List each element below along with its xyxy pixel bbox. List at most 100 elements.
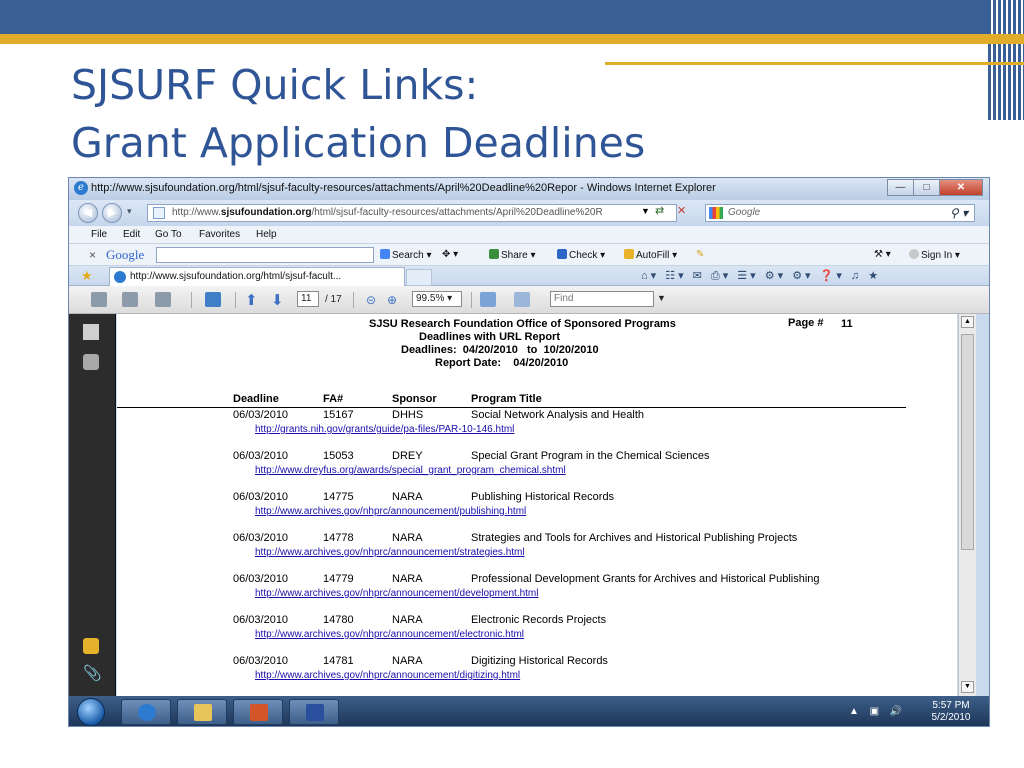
table-row: 06/03/2010 14775 NARA Publishing Histori… xyxy=(117,491,957,531)
highlight-icon[interactable]: ✎ xyxy=(696,249,704,260)
row-program-title: Professional Development Grants for Arch… xyxy=(471,573,820,585)
zoom-input[interactable]: 99.5% ▾ xyxy=(412,291,462,307)
row-fa-number: 14781 xyxy=(323,655,354,667)
row-url-link[interactable]: http://www.archives.gov/nhprc/announceme… xyxy=(255,670,520,681)
column-header-program-title: Program Title xyxy=(471,393,542,405)
collaborate-icon[interactable] xyxy=(205,292,221,307)
find-input[interactable]: Find xyxy=(550,291,654,307)
tab-active[interactable]: http://www.sjsufoundation.org/html/sjsuf… xyxy=(109,267,405,286)
binoculars-icon[interactable] xyxy=(83,354,99,370)
favorites-star-icon[interactable]: ★ xyxy=(81,268,93,284)
fit-page-icon[interactable] xyxy=(514,292,530,307)
taskbar-word-button[interactable] xyxy=(289,699,339,725)
print-icon[interactable] xyxy=(91,292,107,307)
row-deadline: 06/03/2010 xyxy=(233,573,289,585)
row-sponsor: NARA xyxy=(392,614,423,626)
google-search-button[interactable]: Search ▾ xyxy=(380,249,432,261)
window-title: http://www.sjsufoundation.org/html/sjsuf… xyxy=(91,182,716,194)
maximize-button[interactable]: □ xyxy=(913,179,940,196)
scroll-up-icon[interactable]: ▲ xyxy=(961,316,974,328)
zoom-out-icon[interactable]: ⊝ xyxy=(366,293,376,307)
menu-go-to[interactable]: Go To xyxy=(155,229,182,240)
taskbar-explorer-button[interactable] xyxy=(177,699,227,725)
taskbar-ie-button[interactable] xyxy=(121,699,171,725)
row-deadline: 06/03/2010 xyxy=(233,409,289,421)
window-titlebar[interactable]: e http://www.sjsufoundation.org/html/sjs… xyxy=(69,178,989,200)
slide-top-band xyxy=(0,0,1024,34)
menu-favorites[interactable]: Favorites xyxy=(199,229,240,240)
pdf-toolbar: ⬆ ⬇ 11 / 17 ⊝ ⊕ 99.5% ▾ Find ▼ xyxy=(69,286,989,314)
save-icon[interactable] xyxy=(122,292,138,307)
ie-icon xyxy=(138,704,156,721)
row-program-title: Strategies and Tools for Archives and Hi… xyxy=(471,532,798,544)
row-fa-number: 15053 xyxy=(323,450,354,462)
search-input[interactable]: Google ⚲ ▾ xyxy=(705,204,975,222)
recent-pages-dropdown-icon[interactable]: ▾ xyxy=(127,206,132,217)
search-icon[interactable]: ⚲ ▾ xyxy=(950,206,968,220)
row-url-link[interactable]: http://www.archives.gov/nhprc/announceme… xyxy=(255,506,526,517)
refresh-icon[interactable]: ⇄ xyxy=(655,204,664,217)
row-deadline: 06/03/2010 xyxy=(233,532,289,544)
previous-page-icon[interactable]: ⬆ xyxy=(245,291,258,309)
address-dropdown-icon[interactable]: ▼ xyxy=(641,206,650,216)
taskbar-clock[interactable]: 5:57 PM 5/2/2010 xyxy=(923,700,979,724)
google-icon xyxy=(709,207,723,219)
email-icon[interactable] xyxy=(155,292,171,307)
minimize-button[interactable]: — xyxy=(887,179,914,196)
table-row: 06/03/2010 15053 DREY Special Grant Prog… xyxy=(117,450,957,490)
page-number-input[interactable]: 11 xyxy=(297,291,319,307)
forward-button[interactable]: ▶ xyxy=(102,203,122,223)
taskbar-powerpoint-button[interactable] xyxy=(233,699,283,725)
row-sponsor: NARA xyxy=(392,532,423,544)
row-url-link[interactable]: http://www.archives.gov/nhprc/announceme… xyxy=(255,588,539,599)
stop-icon[interactable]: ✕ xyxy=(677,204,686,217)
forward-icon: ▶ xyxy=(107,207,117,219)
row-url-link[interactable]: http://www.dreyfus.org/awards/special_gr… xyxy=(255,465,566,476)
pages-panel-icon[interactable] xyxy=(83,324,99,340)
row-url-link[interactable]: http://www.archives.gov/nhprc/announceme… xyxy=(255,547,525,558)
settings-wrench-icon[interactable]: ⚒ ▾ xyxy=(874,249,891,260)
command-bar-icons[interactable]: ⌂▾ ☷▾ ✉ ⎙▾ ☰▾ ⚙▾ ⚙▾ ❓▾ ♫ ★ xyxy=(641,269,881,283)
autofill-button[interactable]: AutoFill ▾ xyxy=(624,249,677,261)
pdf-scrollbar[interactable]: ▲ ▼ xyxy=(958,314,976,696)
row-url-link[interactable]: http://www.archives.gov/nhprc/announceme… xyxy=(255,629,524,640)
comments-icon[interactable] xyxy=(83,638,99,654)
next-page-icon[interactable]: ⬇ xyxy=(271,291,284,309)
new-tab-button[interactable] xyxy=(406,269,432,286)
close-toolbar-icon[interactable]: × xyxy=(89,248,96,262)
back-button[interactable]: ◀ xyxy=(78,203,98,223)
row-deadline: 06/03/2010 xyxy=(233,450,289,462)
close-button[interactable]: ✕ xyxy=(939,179,983,196)
window-controls: — □ ✕ xyxy=(887,179,983,196)
toolbar-separator xyxy=(471,292,472,308)
back-icon: ◀ xyxy=(83,207,93,219)
row-program-title: Social Network Analysis and Health xyxy=(471,409,645,421)
system-tray-icons[interactable]: ▲ ▣ 🔊 xyxy=(849,706,906,717)
address-bar[interactable]: http://www.sjsufoundation.org/html/sjsuf… xyxy=(147,204,677,222)
report-subtitle: Deadlines with URL Report xyxy=(419,331,560,343)
search-placeholder: Google xyxy=(728,207,761,218)
sign-in-button[interactable]: Sign In ▾ xyxy=(909,249,960,261)
scroll-down-icon[interactable]: ▼ xyxy=(961,681,974,693)
menu-help[interactable]: Help xyxy=(256,229,277,240)
plugin-icon[interactable]: ✥ ▾ xyxy=(442,249,458,260)
share-button[interactable]: Share ▾ xyxy=(489,249,536,261)
menu-edit[interactable]: Edit xyxy=(123,229,140,240)
windows-taskbar: ▲ ▣ 🔊 5:57 PM 5/2/2010 xyxy=(69,696,989,726)
google-search-input[interactable] xyxy=(156,247,374,263)
row-url-link[interactable]: http://grants.nih.gov/grants/guide/pa-fi… xyxy=(255,424,514,435)
report-date: Report Date: 04/20/2010 xyxy=(435,357,569,369)
toolbar-separator xyxy=(235,292,236,308)
row-program-title: Special Grant Program in the Chemical Sc… xyxy=(471,450,710,462)
page-icon xyxy=(153,207,165,219)
scroll-thumb[interactable] xyxy=(961,334,974,550)
attachment-paperclip-icon[interactable]: 📎 xyxy=(83,666,102,682)
address-row: ◀ ▶ ▾ http://www.sjsufoundation.org/html… xyxy=(69,200,989,226)
fit-width-icon[interactable] xyxy=(480,292,496,307)
menu-file[interactable]: File xyxy=(91,229,107,240)
find-dropdown-icon[interactable]: ▼ xyxy=(657,293,666,303)
row-sponsor: DHHS xyxy=(392,409,424,421)
start-button-icon[interactable] xyxy=(77,698,105,726)
check-button[interactable]: Check ▾ xyxy=(557,249,605,261)
zoom-in-icon[interactable]: ⊕ xyxy=(387,293,397,307)
